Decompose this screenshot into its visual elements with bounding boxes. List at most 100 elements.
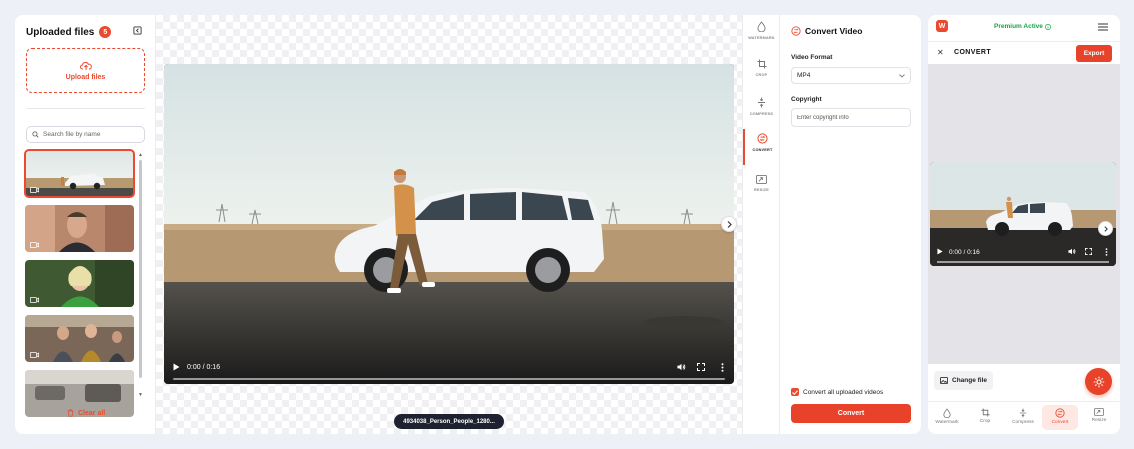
search-box[interactable] [26, 126, 145, 143]
tool-label: COMPRESS [749, 112, 774, 116]
thumbnail-scrollbar[interactable]: ▲ ▼ [138, 152, 143, 398]
preview-stage: 0:00 / 0:16 4934038_Person_People_1280..… [156, 15, 742, 434]
mobile-tab-convert[interactable]: Convert [1042, 405, 1078, 430]
mobile-section-bar: ✕ CONVERT Export [928, 41, 1120, 64]
mobile-video-progress-bar[interactable] [937, 261, 1109, 263]
uploaded-files-panel: Uploaded files 5 Upload files Search fil… [15, 15, 156, 434]
mobile-tab-watermark[interactable]: Watermark [929, 405, 965, 430]
copyright-label: Copyright [791, 96, 822, 103]
video-camera-icon [30, 352, 39, 358]
file-thumbnail[interactable] [24, 149, 135, 198]
clear-all-button[interactable]: Clear all [67, 409, 105, 417]
chevron-down-icon [899, 73, 905, 78]
convert-header: Convert Video [791, 26, 862, 36]
convert-all-checkbox[interactable]: Convert all uploaded videos [791, 388, 883, 396]
scroll-down-icon[interactable]: ▼ [138, 392, 143, 398]
play-icon[interactable] [173, 363, 180, 371]
settings-fab[interactable] [1085, 368, 1112, 395]
file-thumbnail[interactable] [25, 260, 134, 307]
convert-icon [757, 133, 768, 144]
compress-icon [757, 97, 766, 108]
premium-label: Premium Active [994, 23, 1043, 30]
video-format-select[interactable]: MP4 [791, 67, 911, 84]
mobile-tab-crop[interactable]: Crop [967, 405, 1003, 430]
image-icon [940, 377, 948, 384]
mobile-tab-label: Compress [1012, 420, 1034, 425]
resize-icon [1094, 408, 1104, 416]
mobile-video-time: 0:00 / 0:16 [949, 249, 980, 256]
premium-status: Premium Active [994, 23, 1051, 30]
export-button[interactable]: Export [1076, 45, 1112, 62]
convert-icon [791, 26, 801, 36]
fullscreen-icon[interactable] [697, 363, 705, 371]
convert-icon [1055, 408, 1065, 418]
search-icon [32, 131, 39, 138]
mobile-next-button[interactable] [1098, 221, 1113, 236]
volume-icon[interactable] [1068, 248, 1076, 255]
video-camera-icon [30, 297, 39, 303]
tool-resize[interactable]: RESIZE [743, 171, 780, 205]
volume-icon[interactable] [677, 363, 686, 371]
scroll-up-icon[interactable]: ▲ [138, 152, 143, 158]
uploads-count-badge: 5 [99, 26, 112, 38]
mobile-section-title: CONVERT [954, 49, 992, 56]
collapse-panel-icon[interactable] [133, 26, 142, 35]
mobile-video-player[interactable]: 0:00 / 0:16 [930, 162, 1116, 266]
clear-all-label: Clear all [78, 409, 106, 417]
play-icon[interactable] [937, 248, 943, 255]
copyright-input[interactable] [797, 114, 905, 121]
tool-label: WATERMARK [748, 36, 775, 40]
mobile-tab-label: Convert [1051, 420, 1069, 425]
change-file-button[interactable]: Change file [934, 371, 994, 390]
mobile-preview: W Premium Active ✕ CONVERT Export 0:00 /… [928, 15, 1120, 434]
droplet-icon [757, 21, 766, 32]
video-progress-bar[interactable] [173, 378, 725, 380]
chevron-right-icon [1103, 225, 1108, 232]
mobile-tab-label: Watermark [935, 420, 959, 425]
video-player[interactable]: 0:00 / 0:16 [164, 64, 734, 384]
tool-compress[interactable]: COMPRESS [743, 93, 780, 127]
file-thumbnail[interactable] [25, 315, 134, 362]
video-format-label: Video Format [791, 54, 833, 61]
mobile-canvas: 0:00 / 0:16 [928, 64, 1120, 364]
tool-convert[interactable]: CONVERT [743, 129, 780, 165]
search-input[interactable] [43, 131, 138, 138]
copyright-field[interactable] [791, 108, 911, 127]
video-camera-icon [30, 242, 39, 248]
tool-watermark[interactable]: WATERMARK [743, 17, 780, 51]
crop-icon [757, 59, 766, 69]
upload-files-button[interactable]: Upload files [26, 48, 145, 93]
change-file-label: Change file [952, 377, 988, 384]
file-thumbnail[interactable] [25, 205, 134, 252]
upload-files-label: Upload files [65, 73, 106, 81]
mobile-video-controls: 0:00 / 0:16 [930, 244, 1116, 266]
convert-button[interactable]: Convert [791, 404, 911, 423]
checkbox-checked[interactable] [791, 388, 799, 396]
uploads-header: Uploaded files 5 [26, 26, 112, 38]
video-time: 0:00 / 0:16 [187, 364, 221, 371]
app-logo: W [936, 20, 948, 32]
mobile-top-bar: W Premium Active [928, 15, 1120, 39]
uploads-title: Uploaded files [26, 26, 95, 38]
close-icon[interactable]: ✕ [937, 48, 944, 57]
trash-icon [67, 409, 74, 417]
video-controls: 0:00 / 0:16 [164, 356, 734, 384]
video-format-value: MP4 [797, 72, 811, 79]
menu-icon[interactable] [1098, 23, 1108, 31]
scrollbar-thumb[interactable] [139, 160, 142, 378]
tool-crop[interactable]: CROP [743, 55, 780, 89]
mobile-tab-label: Resize [1091, 418, 1107, 423]
mobile-tab-compress[interactable]: Compress [1005, 405, 1041, 430]
info-icon [1044, 23, 1051, 30]
more-options-icon[interactable] [721, 363, 724, 372]
tool-label: RESIZE [754, 188, 769, 192]
mobile-tab-resize[interactable]: Resize [1081, 405, 1117, 430]
divider [26, 108, 145, 109]
cloud-upload-icon [79, 61, 92, 70]
fullscreen-icon[interactable] [1085, 248, 1092, 255]
more-options-icon[interactable] [1105, 248, 1108, 256]
next-file-button[interactable] [721, 216, 737, 232]
resize-icon [756, 175, 767, 184]
convert-all-label: Convert all uploaded videos [803, 388, 884, 396]
video-camera-icon [30, 187, 39, 193]
